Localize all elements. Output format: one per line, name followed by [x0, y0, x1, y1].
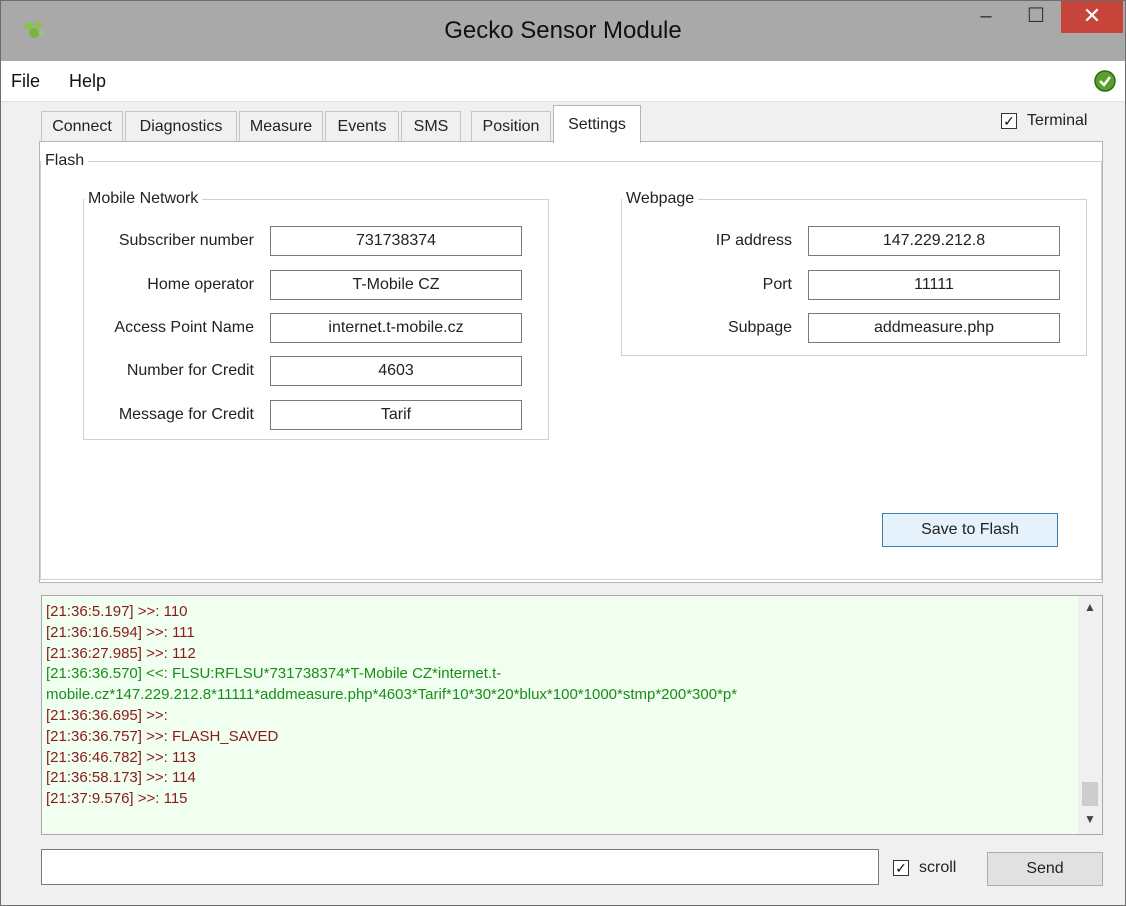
subpage-field[interactable]: addmeasure.php [808, 313, 1060, 343]
message-for-credit-label: Message for Credit [118, 406, 254, 423]
tab-measure[interactable]: Measure [239, 111, 323, 141]
subscriber-number-field[interactable]: 731738374 [270, 226, 522, 256]
subpage-label: Subpage [727, 319, 792, 336]
terminal-label: Terminal [1027, 112, 1088, 129]
port-field[interactable]: 11111 [808, 270, 1060, 300]
menu-bar: File Help [1, 61, 1125, 102]
terminal-log[interactable]: [21:36:5.197] >>: 110 [21:36:16.594] >>: … [41, 595, 1103, 835]
window-title: Gecko Sensor Module [444, 17, 682, 44]
menu-file[interactable]: File [11, 71, 40, 92]
mobile-network-group: Mobile Network Subscriber number 7317383… [83, 190, 549, 440]
ip-address-label: IP address [715, 232, 792, 249]
settings-panel: Flash Mobile Network Subscriber number 7… [39, 141, 1103, 583]
scroll-down-icon[interactable]: ▼ [1082, 812, 1098, 830]
tab-diagnostics[interactable]: Diagnostics [125, 111, 237, 141]
message-for-credit-field[interactable]: Tarif [270, 400, 522, 430]
connection-ok-icon [1094, 70, 1116, 92]
log-line: [21:36:58.173] >>: 114 [46, 769, 196, 787]
home-operator-field[interactable]: T-Mobile CZ [270, 270, 522, 300]
log-line: [21:36:5.197] >>: 110 [46, 603, 188, 620]
webpage-title: Webpage [626, 190, 695, 207]
scroll-checkbox[interactable]: ✓ [893, 860, 909, 876]
access-point-name-field[interactable]: internet.t-mobile.cz [270, 313, 522, 343]
close-button[interactable]: ✕ [1061, 1, 1123, 33]
log-line: [21:36:36.695] >>: [46, 706, 168, 724]
log-line: [21:36:16.594] >>: 111 [46, 623, 195, 641]
log-lines: [21:36:5.197] >>: 110 [21:36:16.594] >>: … [46, 602, 1076, 810]
tab-connect[interactable]: Connect [41, 111, 123, 141]
mobile-network-title: Mobile Network [88, 190, 199, 207]
title-bar: Gecko Sensor Module – ☐ ✕ [1, 1, 1125, 61]
access-point-name-label: Access Point Name [114, 319, 254, 336]
maximize-button[interactable]: ☐ [1013, 1, 1059, 33]
save-to-flash-button[interactable]: Save to Flash [882, 513, 1058, 547]
number-for-credit-field[interactable]: 4603 [270, 356, 522, 386]
log-line: [21:36:36.570] <<: FLSU:RFLSU*731738374*… [46, 665, 738, 704]
log-scrollbar[interactable]: ▲ ▼ [1078, 596, 1102, 834]
log-line: [21:36:36.757] >>: FLASH_SAVED [46, 727, 279, 745]
log-line: [21:37:9.576] >>: 115 [46, 790, 188, 808]
ip-address-field[interactable]: 147.229.212.8 [808, 226, 1060, 256]
log-line: [21:36:46.782] >>: 113 [46, 748, 196, 766]
scroll-label: scroll [919, 859, 957, 876]
subscriber-number-label: Subscriber number [118, 232, 254, 249]
minimize-button[interactable]: – [963, 1, 1009, 33]
send-input[interactable] [41, 849, 879, 885]
flash-group-title: Flash [45, 152, 85, 169]
tab-sms[interactable]: SMS [401, 111, 461, 141]
app-window: Gecko Sensor Module – ☐ ✕ File Help Conn… [0, 0, 1126, 906]
scroll-toggle[interactable]: ✓ scroll [893, 859, 956, 877]
port-label: Port [762, 276, 792, 293]
scroll-up-icon[interactable]: ▲ [1082, 600, 1098, 618]
terminal-checkbox[interactable]: ✓ [1001, 113, 1017, 129]
send-button[interactable]: Send [987, 852, 1103, 886]
number-for-credit-label: Number for Credit [126, 362, 254, 379]
webpage-group: Webpage IP address 147.229.212.8 Port 11… [621, 190, 1087, 356]
terminal-toggle[interactable]: ✓ Terminal [1001, 111, 1087, 131]
log-line: [21:36:27.985] >>: 112 [46, 644, 196, 662]
tab-position[interactable]: Position [471, 111, 551, 141]
home-operator-label: Home operator [147, 276, 254, 293]
scroll-thumb[interactable] [1082, 782, 1098, 806]
menu-help[interactable]: Help [69, 71, 106, 92]
tab-settings[interactable]: Settings [553, 105, 641, 143]
tab-events[interactable]: Events [325, 111, 399, 141]
